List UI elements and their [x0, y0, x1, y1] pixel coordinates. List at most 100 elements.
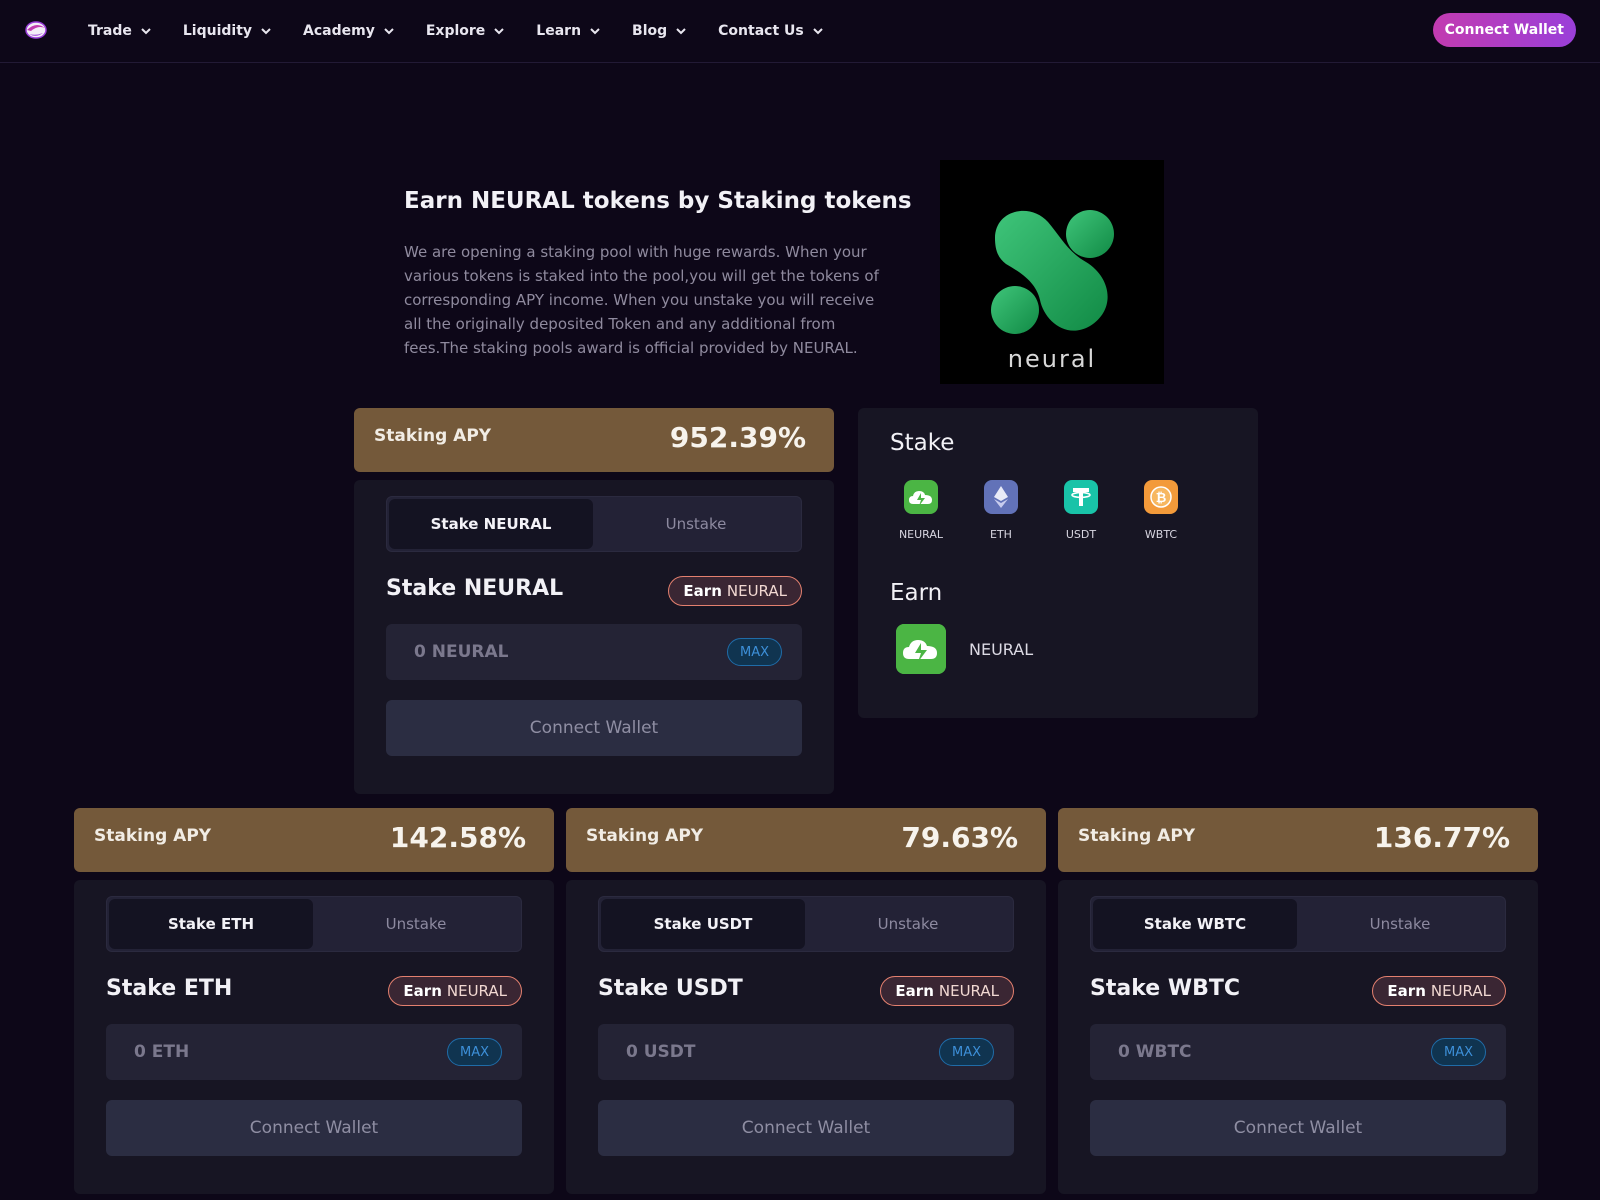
- nav-blog[interactable]: Blog: [632, 23, 686, 39]
- earn-badge: Earn NEURAL: [1372, 976, 1506, 1006]
- tab-unstake[interactable]: Unstake: [313, 899, 519, 949]
- tab-unstake[interactable]: Unstake: [593, 499, 799, 549]
- neural-logo-icon: neural: [991, 210, 1114, 373]
- stake-earn-info-card: Stake NEURAL ETH USDT ₿ WBTC Earn NEURAL: [858, 408, 1258, 718]
- token-usdt[interactable]: USDT: [1046, 480, 1116, 541]
- apy-label: Staking APY: [586, 826, 704, 846]
- chevron-down-icon: [384, 28, 394, 35]
- tab-unstake[interactable]: Unstake: [805, 899, 1011, 949]
- amount-input[interactable]: 0 USDT MAX: [598, 1024, 1014, 1080]
- earn-word: Earn: [403, 982, 442, 1000]
- chevron-down-icon: [261, 28, 271, 35]
- nav-learn[interactable]: Learn: [536, 23, 600, 39]
- tab-stake[interactable]: Stake WBTC: [1093, 899, 1297, 949]
- apy-label: Staking APY: [94, 826, 212, 846]
- usdt-icon: [1064, 480, 1098, 514]
- apy-label: Staking APY: [374, 426, 492, 446]
- stake-card: Stake NEURAL Unstake Stake NEURAL Earn NE…: [354, 480, 834, 794]
- eth-icon: [984, 480, 1018, 514]
- neural-cloud-icon: [904, 480, 938, 514]
- nav-item-label: Blog: [632, 23, 668, 39]
- earn-word: Earn: [683, 582, 722, 600]
- nav-liquidity[interactable]: Liquidity: [183, 23, 271, 39]
- nav-item-label: Academy: [303, 23, 375, 39]
- earn-badge: Earn NEURAL: [880, 976, 1014, 1006]
- chevron-down-icon: [141, 28, 151, 35]
- token-label: WBTC: [1144, 528, 1178, 541]
- stake-tabs: Stake ETH Unstake: [106, 896, 522, 952]
- stake-title: Stake ETH: [106, 976, 233, 1001]
- nav-item-label: Liquidity: [182, 23, 253, 39]
- earn-badge: Earn NEURAL: [668, 576, 802, 606]
- earn-heading: Earn: [890, 580, 943, 606]
- apy-banner: Staking APY 952.39%: [354, 408, 834, 472]
- stake-title: Stake USDT: [598, 976, 743, 1001]
- apy-value: 952.39%: [669, 421, 806, 454]
- apy-banner: Staking APY 142.58%: [74, 808, 554, 872]
- connect-wallet-button[interactable]: Connect Wallet: [1432, 13, 1576, 47]
- earn-token-label: NEURAL: [969, 639, 1034, 659]
- logo-wordmark: neural: [1008, 345, 1096, 373]
- token-label: USDT: [1065, 528, 1097, 541]
- stake-card: Stake USDT Unstake Stake USDT Earn NEURAL…: [566, 880, 1046, 1194]
- amount-input[interactable]: 0 WBTC MAX: [1090, 1024, 1506, 1080]
- tab-stake[interactable]: Stake NEURAL: [389, 499, 593, 549]
- max-button[interactable]: MAX: [726, 638, 782, 666]
- neural-logo-image: neural: [940, 160, 1164, 384]
- logo-icon[interactable]: [24, 19, 48, 41]
- tab-stake[interactable]: Stake USDT: [601, 899, 805, 949]
- tab-stake[interactable]: Stake ETH: [109, 899, 313, 949]
- page-title: Earn NEURAL tokens by Staking tokens: [404, 188, 912, 214]
- chevron-down-icon: [813, 28, 823, 35]
- earn-token: NEURAL: [938, 982, 999, 1000]
- stake-card: Stake WBTC Unstake Stake WBTC Earn NEURAL…: [1058, 880, 1538, 1194]
- connect-wallet-button[interactable]: Connect Wallet: [386, 700, 802, 756]
- token-label: ETH: [990, 528, 1012, 541]
- nav-item-label: Contact Us: [718, 23, 804, 39]
- amount-value: 0 ETH: [134, 1042, 190, 1062]
- nav-contact-us[interactable]: Contact Us: [718, 23, 823, 39]
- hero-description: We are opening a staking pool with huge …: [404, 243, 879, 357]
- max-button[interactable]: MAX: [446, 1038, 502, 1066]
- token-label: NEURAL: [898, 528, 944, 541]
- stake-tabs: Stake USDT Unstake: [598, 896, 1014, 952]
- apy-label: Staking APY: [1078, 826, 1196, 846]
- earn-token: NEURAL: [726, 582, 787, 600]
- apy-value: 79.63%: [901, 821, 1018, 854]
- chevron-down-icon: [676, 28, 686, 35]
- apy-value: 142.58%: [389, 821, 526, 854]
- token-wbtc[interactable]: ₿ WBTC: [1126, 480, 1196, 541]
- max-button[interactable]: MAX: [938, 1038, 994, 1066]
- amount-value: 0 USDT: [626, 1042, 696, 1062]
- nav-trade[interactable]: Trade: [88, 23, 151, 39]
- tab-unstake[interactable]: Unstake: [1297, 899, 1503, 949]
- apy-banner: Staking APY 79.63%: [566, 808, 1046, 872]
- nav-item-label: Explore: [425, 23, 486, 39]
- earn-word: Earn: [1387, 982, 1426, 1000]
- neural-cloud-icon: [896, 624, 946, 674]
- amount-value: 0 NEURAL: [414, 642, 509, 662]
- earn-token: NEURAL: [1430, 982, 1491, 1000]
- stake-title: Stake WBTC: [1090, 976, 1241, 1001]
- nav-explore[interactable]: Explore: [425, 23, 505, 39]
- token-neural[interactable]: NEURAL: [886, 480, 956, 541]
- max-button[interactable]: MAX: [1430, 1038, 1486, 1066]
- svg-text:₿: ₿: [1156, 491, 1167, 506]
- stake-card: Stake ETH Unstake Stake ETH Earn NEURAL 0…: [74, 880, 554, 1194]
- chevron-down-icon: [494, 28, 505, 35]
- stake-title: Stake NEURAL: [386, 576, 564, 601]
- nav-item-label: Learn: [536, 23, 582, 39]
- connect-wallet-button[interactable]: Connect Wallet: [598, 1100, 1014, 1156]
- amount-value: 0 WBTC: [1118, 1042, 1192, 1062]
- nav-academy[interactable]: Academy: [303, 23, 394, 39]
- chevron-down-icon: [590, 28, 600, 35]
- amount-input[interactable]: 0 NEURAL MAX: [386, 624, 802, 680]
- token-eth[interactable]: ETH: [966, 480, 1036, 541]
- earn-token: NEURAL: [446, 982, 507, 1000]
- nav-item-label: Trade: [88, 23, 132, 39]
- connect-wallet-button[interactable]: Connect Wallet: [106, 1100, 522, 1156]
- stake-tabs: Stake WBTC Unstake: [1090, 896, 1506, 952]
- top-nav: Trade Liquidity Academy Explore Learn Bl…: [0, 0, 1600, 63]
- amount-input[interactable]: 0 ETH MAX: [106, 1024, 522, 1080]
- connect-wallet-button[interactable]: Connect Wallet: [1090, 1100, 1506, 1156]
